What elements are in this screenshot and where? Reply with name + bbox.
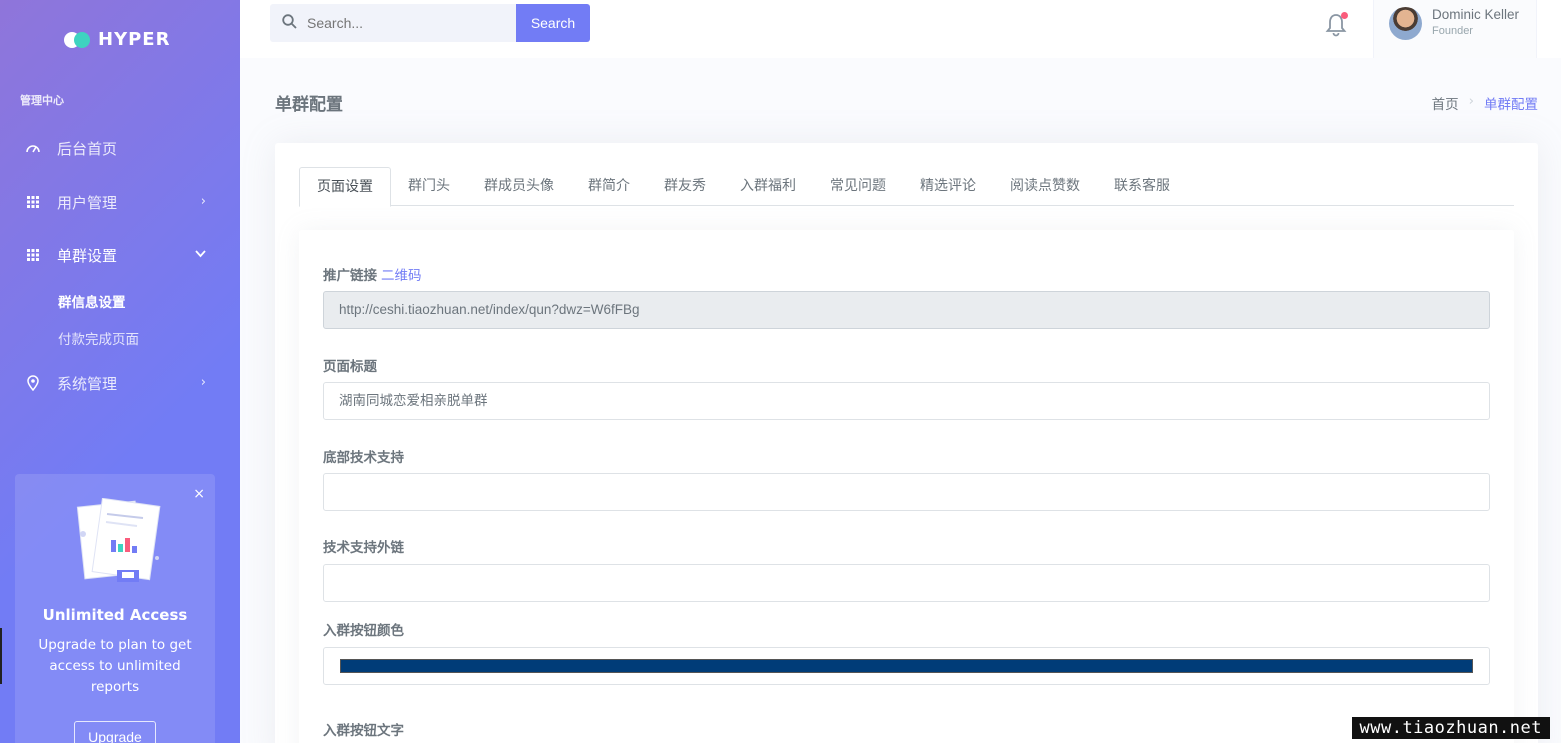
footer-support-input[interactable] (323, 473, 1490, 511)
tab-page-settings[interactable]: 页面设置 (299, 167, 391, 207)
sidebar-item-users[interactable]: 用户管理 › (0, 182, 240, 222)
button-color-label: 入群按钮颜色 (323, 623, 404, 639)
chevron-right-icon: › (200, 375, 206, 390)
sidebar-item-system[interactable]: 系统管理 › (0, 363, 240, 403)
breadcrumb-home-link[interactable]: 首页 (1432, 93, 1459, 113)
page-settings-form: 推广链接 二维码 http://ceshi.tiaozhuan.net/index… (299, 230, 1514, 743)
button-text-label: 入群按钮文字 (323, 723, 404, 739)
page-title-label: 页面标题 (323, 359, 377, 375)
close-icon[interactable]: × (193, 486, 205, 502)
window-edge-divider (0, 628, 2, 684)
site-watermark: www.tiaozhuan.net (1351, 717, 1550, 739)
tab-group-header[interactable]: 群门头 (391, 167, 467, 206)
promo-link-label-text: 推广链接 (323, 268, 377, 284)
sidebar-section-title: 管理中心 (20, 94, 64, 107)
sidebar-item-dashboard[interactable]: 后台首页 (0, 128, 240, 168)
tab-member-avatars[interactable]: 群成员头像 (467, 167, 571, 206)
sidebar-item-label: 后台首页 (57, 139, 118, 158)
breadcrumb-separator: › (1468, 93, 1474, 109)
breadcrumb-current: 单群配置 (1484, 97, 1538, 113)
report-illustration-icon (76, 498, 161, 582)
brand-name: HYPER (98, 29, 171, 50)
user-role: Founder (1432, 25, 1473, 37)
color-swatch (340, 659, 1473, 673)
support-link-label: 技术支持外链 (323, 540, 404, 556)
settings-card: 页面设置 群门头 群成员头像 群简介 群友秀 入群福利 常见问题 精选评论 阅读… (275, 143, 1538, 743)
qr-code-link[interactable]: 二维码 (381, 268, 422, 284)
chevron-right-icon: › (200, 194, 206, 209)
grid-icon (24, 193, 42, 211)
search-form: Search (270, 4, 590, 42)
tab-contact-support[interactable]: 联系客服 (1097, 167, 1187, 206)
notification-badge (1341, 12, 1348, 19)
search-icon (282, 13, 297, 33)
logo-icon (64, 31, 92, 49)
map-pin-icon (24, 374, 42, 392)
promo-link-field[interactable]: http://ceshi.tiaozhuan.net/index/qun?dwz… (323, 291, 1490, 329)
notification-bell[interactable] (1325, 12, 1349, 40)
tab-featured-comments[interactable]: 精选评论 (903, 167, 993, 206)
tab-faq[interactable]: 常见问题 (813, 167, 903, 206)
grid-icon (24, 246, 42, 264)
topbar: Search Dominic Keller Founder (240, 0, 1561, 58)
button-color-picker[interactable] (323, 647, 1490, 685)
search-input[interactable] (307, 15, 497, 31)
sidebar-subitem-payment-page[interactable]: 付款完成页面 (58, 328, 139, 348)
tab-join-benefits[interactable]: 入群福利 (723, 167, 813, 206)
sidebar: HYPER 管理中心 后台首页 用户管理 › 单群设置 群信息设置 付款完成页面… (0, 0, 240, 743)
user-menu[interactable]: Dominic Keller Founder (1373, 0, 1537, 58)
dashboard-gauge-icon (24, 139, 42, 157)
tab-member-showcase[interactable]: 群友秀 (647, 167, 723, 206)
avatar (1389, 7, 1422, 40)
support-link-input[interactable] (323, 564, 1490, 602)
brand-logo[interactable]: HYPER (64, 29, 170, 50)
chevron-down-icon (195, 247, 206, 262)
search-button[interactable]: Search (516, 4, 590, 42)
sidebar-item-label: 用户管理 (57, 193, 118, 212)
promo-title: Unlimited Access (42, 606, 188, 624)
sidebar-item-label: 单群设置 (57, 246, 118, 265)
settings-tabs: 页面设置 群门头 群成员头像 群简介 群友秀 入群福利 常见问题 精选评论 阅读… (299, 167, 1514, 207)
footer-support-label: 底部技术支持 (323, 450, 404, 466)
upgrade-promo-card: × Unlimited Access Upgrade to plan to ge… (15, 474, 215, 743)
user-name: Dominic Keller (1432, 7, 1520, 22)
sidebar-item-label: 系统管理 (57, 374, 118, 393)
search-field[interactable] (270, 4, 516, 42)
page-title-input[interactable]: 湖南同城恋爱相亲脱单群 (323, 382, 1490, 420)
page-title: 单群配置 (275, 95, 343, 115)
sidebar-item-group-settings[interactable]: 单群设置 (0, 235, 240, 275)
upgrade-button[interactable]: Upgrade (74, 721, 156, 743)
breadcrumb: 首页 › 单群配置 (1432, 93, 1538, 113)
tab-read-like-count[interactable]: 阅读点赞数 (993, 167, 1097, 206)
promo-text: Upgrade to plan to get access to unlimit… (38, 637, 192, 695)
sidebar-subitem-group-info[interactable]: 群信息设置 (58, 291, 126, 311)
tab-group-intro[interactable]: 群简介 (571, 167, 647, 206)
promo-link-label: 推广链接 二维码 (323, 264, 422, 284)
